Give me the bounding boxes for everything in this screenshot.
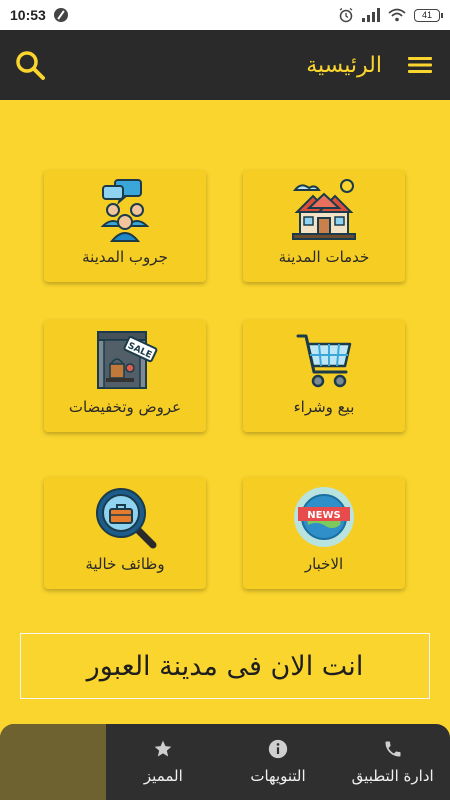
page-title: الرئيسية xyxy=(306,52,382,78)
nav-item-notices[interactable]: التنويهات xyxy=(221,724,336,800)
card-label: خدمات المدينة xyxy=(278,248,370,266)
card-city-group[interactable]: جروب المدينة xyxy=(44,170,206,282)
card-city-services[interactable]: خدمات المدينة xyxy=(243,170,405,282)
nav-label: التنويهات xyxy=(250,767,306,785)
nav-item-featured[interactable]: المميز xyxy=(106,724,221,800)
search-icon xyxy=(16,51,45,80)
shopping-cart-icon xyxy=(292,320,356,392)
data-off-icon xyxy=(53,8,68,22)
status-icons: 41 xyxy=(338,7,443,23)
phone-icon xyxy=(385,741,401,757)
card-label: بيع وشراء xyxy=(293,398,355,416)
card-offers-discounts[interactable]: SALE عروض وتخفيضات xyxy=(44,320,206,432)
city-houses-icon xyxy=(291,170,357,242)
card-job-vacancies[interactable]: وظائف خالية xyxy=(44,477,206,589)
card-label: جروب المدينة xyxy=(82,248,168,266)
current-city-text: انت الان فى مدينة العبور xyxy=(86,650,364,682)
wifi-icon xyxy=(388,8,406,22)
hamburger-menu-icon xyxy=(408,57,432,73)
card-label: الاخبار xyxy=(304,555,344,573)
sale-shop-icon: SALE xyxy=(92,320,158,392)
bottom-navigation: المميز التنويهات ادارة التطبيق xyxy=(0,724,450,800)
nav-label: ادارة التطبيق xyxy=(351,767,434,785)
group-chat-icon xyxy=(93,170,157,242)
current-city-banner: انت الان فى مدينة العبور xyxy=(20,633,430,699)
star-icon xyxy=(154,740,172,757)
news-badge: NEWS xyxy=(307,510,340,521)
card-buy-sell[interactable]: بيع وشراء xyxy=(243,320,405,432)
nav-label: المميز xyxy=(143,767,183,785)
menu-button[interactable] xyxy=(402,47,438,83)
app-bar: الرئيسية xyxy=(0,30,450,100)
info-icon xyxy=(268,739,288,759)
card-label: عروض وتخفيضات xyxy=(68,398,182,416)
card-label: وظائف خالية xyxy=(85,555,165,573)
search-button[interactable] xyxy=(12,47,48,83)
nav-item-app-management[interactable]: ادارة التطبيق xyxy=(335,724,450,800)
job-search-icon xyxy=(93,477,157,549)
alarm-icon xyxy=(339,7,353,23)
card-news[interactable]: NEWS الاخبار xyxy=(243,477,405,589)
news-globe-icon: NEWS xyxy=(292,477,356,549)
status-time: 10:53 xyxy=(10,7,46,23)
signal-icon xyxy=(362,8,380,22)
nav-item-empty[interactable] xyxy=(0,724,106,800)
battery-indicator: 41 xyxy=(414,8,443,22)
status-bar: 10:53 41 xyxy=(0,0,450,30)
